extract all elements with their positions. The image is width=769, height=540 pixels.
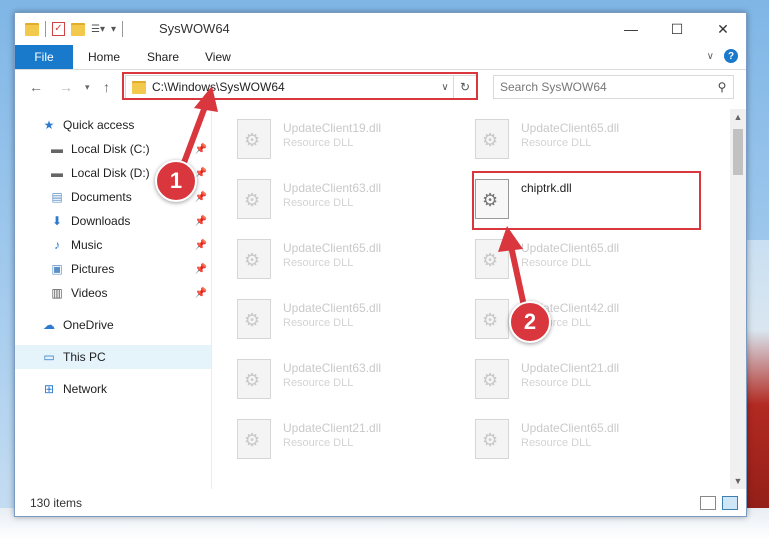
step-badge-2: 2 xyxy=(509,301,551,343)
arrow-1-line xyxy=(179,102,209,170)
step-badge-1: 1 xyxy=(155,160,197,202)
arrow-1-head xyxy=(194,86,218,112)
annotation-arrows xyxy=(179,86,527,307)
arrow-2-line xyxy=(508,245,527,307)
arrow-2-head xyxy=(498,226,523,252)
